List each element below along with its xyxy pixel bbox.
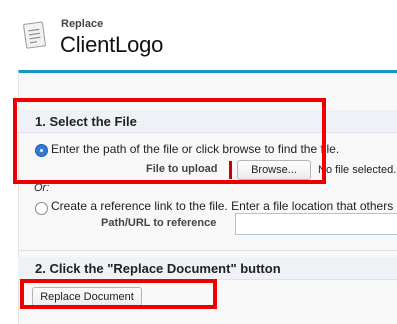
- step2-title: 2. Click the "Replace Document" button: [35, 261, 281, 276]
- document-icon: [23, 21, 46, 49]
- reference-link-radio[interactable]: [35, 202, 48, 215]
- path-url-label: Path/URL to reference: [101, 217, 217, 229]
- section-divider: [18, 250, 397, 251]
- highlight-box-replace-button: [20, 279, 217, 309]
- page-super-title: Replace: [61, 18, 104, 30]
- path-url-input[interactable]: [235, 213, 397, 235]
- page-title: ClientLogo: [60, 32, 164, 57]
- highlight-box-step1: [13, 98, 326, 184]
- step2-header: 2. Click the "Replace Document" button: [18, 257, 397, 280]
- reference-option-text: Create a reference link to the file. Ent…: [51, 199, 397, 213]
- file-status-text: No file selected.: [318, 164, 397, 176]
